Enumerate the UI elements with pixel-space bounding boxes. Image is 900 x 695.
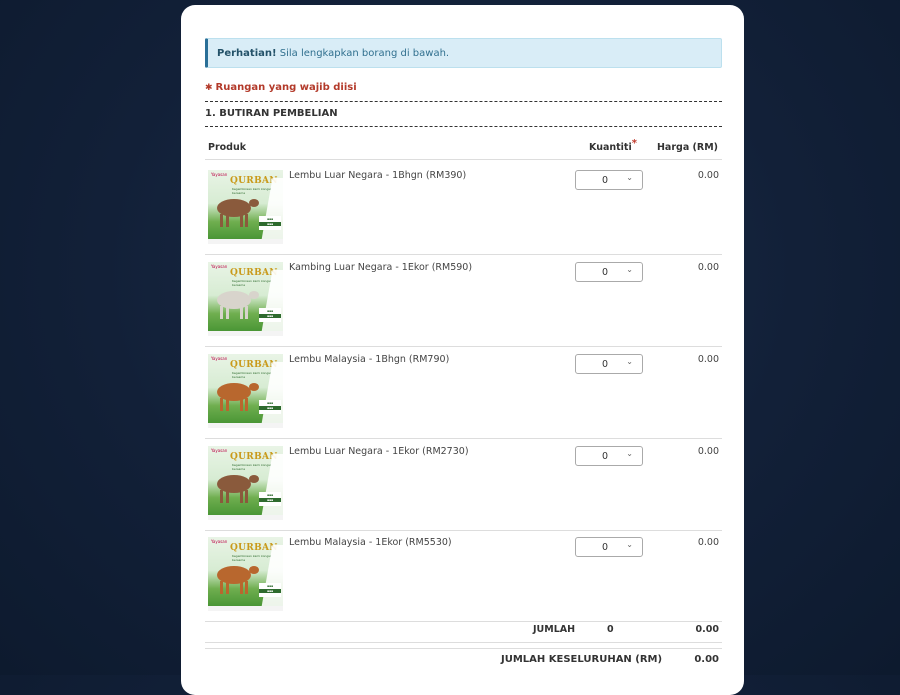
product-price: 0.00 <box>697 446 719 457</box>
quantity-value: 0 <box>602 359 609 370</box>
quantity-value: 0 <box>602 267 609 278</box>
product-price: 0.00 <box>697 262 719 273</box>
brand-label: Yayasan <box>211 172 228 177</box>
quantity-value: 0 <box>602 542 609 553</box>
product-name: Lembu Malaysia - 1Bhgn (RM790) <box>289 354 450 365</box>
poster-footer <box>208 239 283 244</box>
table-row: Yayasan QURBAN Kegembiraan kami kongsi b… <box>205 163 722 255</box>
table-row: Yayasan QURBAN Kegembiraan kami kongsi b… <box>205 530 722 622</box>
brand-label: Yayasan <box>211 539 228 544</box>
quantity-select[interactable]: 0 ⌄ <box>575 170 643 190</box>
quantity-value: 0 <box>602 175 609 186</box>
chevron-down-icon: ⌄ <box>626 449 633 458</box>
poster-footer <box>208 515 283 520</box>
breed-tag: ▪▪▪ ▪▪▪ <box>259 216 281 230</box>
goat-white-icon <box>217 291 259 319</box>
table-header: Produk Kuantiti* Harga (RM) <box>205 138 722 160</box>
quantity-select[interactable]: 0 ⌄ <box>575 262 643 282</box>
product-name: Lembu Luar Negara - 1Bhgn (RM390) <box>289 170 467 181</box>
poster-footer <box>208 423 283 428</box>
alert-message: Sila lengkapkan borang di bawah. <box>279 48 450 59</box>
grand-total-label: JUMLAH KESELURUHAN (RM) <box>501 654 663 665</box>
cow-brown-icon <box>217 199 259 227</box>
table-row: Yayasan QURBAN Kegembiraan kami kongsi b… <box>205 347 722 439</box>
product-name: Lembu Malaysia - 1Ekor (RM5530) <box>289 537 452 548</box>
quantity-select[interactable]: 0 ⌄ <box>575 537 643 557</box>
grand-total-price: 0.00 <box>694 654 719 665</box>
product-image: Yayasan QURBAN Kegembiraan kami kongsi b… <box>208 537 283 611</box>
breed-tag: ▪▪▪ ▪▪▪ <box>259 492 281 506</box>
total-row: JUMLAH 0 0.00 <box>205 622 722 643</box>
product-price: 0.00 <box>697 537 719 548</box>
header-price: Harga (RM) <box>656 142 718 153</box>
order-form-card: Perhatian! Sila lengkapkan borang di baw… <box>181 5 744 695</box>
product-image: Yayasan QURBAN Kegembiraan kami kongsi b… <box>208 354 283 428</box>
quantity-value: 0 <box>602 451 609 462</box>
product-name: Lembu Luar Negara - 1Ekor (RM2730) <box>289 446 469 457</box>
product-price: 0.00 <box>697 170 719 181</box>
breed-tag: ▪▪▪ ▪▪▪ <box>259 308 281 322</box>
breed-tag: ▪▪▪ ▪▪▪ <box>259 400 281 414</box>
total-price: 0.00 <box>695 624 719 635</box>
grand-total-row: JUMLAH KESELURUHAN (RM) 0.00 <box>205 648 722 673</box>
brand-label: Yayasan <box>211 356 228 361</box>
brand-label: Yayasan <box>211 264 228 269</box>
notice-alert: Perhatian! Sila lengkapkan borang di baw… <box>205 38 722 68</box>
product-image: Yayasan QURBAN Kegembiraan kami kongsi b… <box>208 446 283 520</box>
asterisk-icon: ✱ <box>205 83 213 93</box>
table-row: Yayasan QURBAN Kegembiraan kami kongsi b… <box>205 439 722 531</box>
cow-brown-icon <box>217 475 259 503</box>
required-asterisk-icon: * <box>631 138 637 149</box>
product-image: Yayasan QURBAN Kegembiraan kami kongsi b… <box>208 262 283 336</box>
total-quantity: 0 <box>607 624 614 635</box>
breed-tag: ▪▪▪ ▪▪▪ <box>259 583 281 597</box>
poster-footer <box>208 331 283 336</box>
header-product: Produk <box>208 142 247 153</box>
chevron-down-icon: ⌄ <box>626 540 633 549</box>
section-title: 1. BUTIRAN PEMBELIAN <box>205 101 722 127</box>
quantity-select[interactable]: 0 ⌄ <box>575 446 643 466</box>
quantity-select[interactable]: 0 ⌄ <box>575 354 643 374</box>
header-quantity: Kuantiti* <box>589 138 637 153</box>
brand-label: Yayasan <box>211 448 228 453</box>
product-name: Kambing Luar Negara - 1Ekor (RM590) <box>289 262 473 273</box>
cow-orange-icon <box>217 566 259 594</box>
chevron-down-icon: ⌄ <box>626 265 633 274</box>
table-row: Yayasan QURBAN Kegembiraan kami kongsi b… <box>205 255 722 347</box>
alert-title: Perhatian! <box>217 48 277 59</box>
product-image: Yayasan QURBAN Kegembiraan kami kongsi b… <box>208 170 283 244</box>
cow-orange-icon <box>217 383 259 411</box>
total-label: JUMLAH <box>533 624 576 635</box>
chevron-down-icon: ⌄ <box>626 357 633 366</box>
required-field-note: ✱ Ruangan yang wajib diisi <box>205 82 357 93</box>
poster-footer <box>208 606 283 611</box>
product-price: 0.00 <box>697 354 719 365</box>
chevron-down-icon: ⌄ <box>626 173 633 182</box>
